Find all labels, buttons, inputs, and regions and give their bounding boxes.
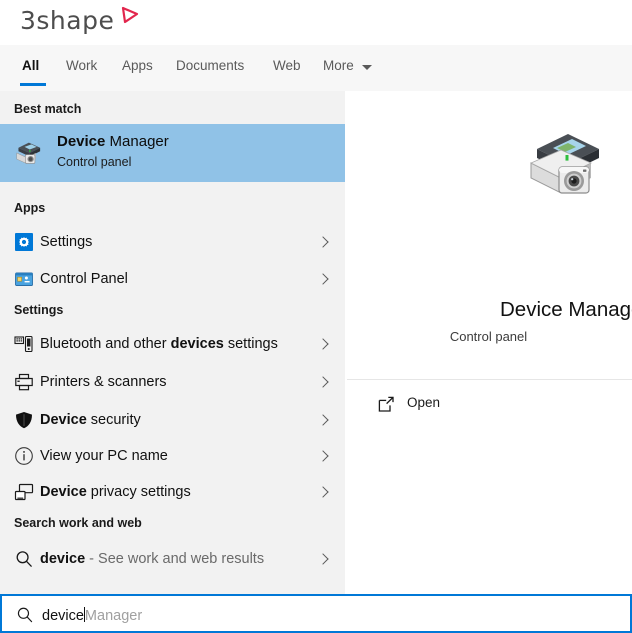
- result-label: Settings: [40, 234, 93, 250]
- open-external-icon: [378, 396, 394, 412]
- info-circle-icon: [15, 447, 33, 465]
- result-item-settings[interactable]: Settings: [0, 222, 345, 262]
- preview-pane: Device Manager Control panel Open: [345, 91, 632, 594]
- chevron-right-icon[interactable]: [317, 486, 329, 498]
- device-manager-icon: [16, 142, 41, 164]
- result-label: Device privacy settings: [40, 484, 191, 500]
- result-item-search-work-and-web[interactable]: device - See work and web results: [0, 539, 345, 579]
- search-bar[interactable]: deviceManager: [0, 594, 632, 633]
- chevron-right-icon[interactable]: [317, 236, 329, 248]
- section-header-best-match: Best match: [14, 102, 82, 116]
- result-label: device - See work and web results: [40, 551, 265, 567]
- search-icon: [16, 551, 32, 567]
- result-item-device-privacy-settings[interactable]: Device privacy settings: [0, 472, 345, 512]
- chevron-right-icon[interactable]: [317, 553, 329, 565]
- settings-gear-icon: [15, 233, 33, 251]
- result-label: View your PC name: [40, 448, 168, 464]
- tab-active-underline: [20, 83, 46, 86]
- result-item-control-panel[interactable]: Control Panel: [0, 259, 345, 299]
- device-manager-large-icon: [530, 134, 599, 194]
- windows-search-flyout: 3shape All Work Apps Documents Web More …: [0, 0, 632, 633]
- best-match-subtitle: Control panel: [57, 155, 132, 169]
- result-label: Printers & scanners: [40, 374, 167, 390]
- brand-bar: 3shape: [0, 0, 632, 45]
- brand-logo-text: 3shape: [20, 6, 115, 35]
- tab-strip: All Work Apps Documents Web More: [0, 45, 632, 92]
- result-label: Device security: [40, 412, 141, 428]
- preview-action-label: Open: [407, 395, 441, 410]
- bluetooth-devices-icon: [14, 335, 33, 353]
- preview-divider: [347, 379, 632, 380]
- chevron-right-icon[interactable]: [317, 338, 329, 350]
- chevron-right-icon[interactable]: [317, 273, 329, 285]
- search-input[interactable]: deviceManager: [42, 607, 142, 624]
- section-header-search-work-and-web: Search work and web: [14, 516, 142, 530]
- preview-action-open[interactable]: Open: [345, 391, 632, 423]
- printer-icon: [15, 373, 33, 391]
- shield-icon: [16, 412, 32, 429]
- brand-triangle-icon: [121, 6, 139, 24]
- section-header-settings: Settings: [14, 303, 64, 317]
- chevron-down-icon[interactable]: [362, 65, 372, 70]
- section-header-apps: Apps: [14, 201, 46, 215]
- chevron-right-icon[interactable]: [317, 450, 329, 462]
- tab-more[interactable]: More: [323, 58, 354, 73]
- control-panel-icon: [15, 272, 33, 286]
- preview-subtitle: Control panel: [449, 329, 528, 344]
- preview-title: Device Manager: [500, 298, 632, 321]
- result-item-bluetooth-and-other-devices-settings[interactable]: Bluetooth and other devices settings: [0, 324, 345, 364]
- tab-all[interactable]: All: [22, 58, 39, 73]
- chevron-right-icon[interactable]: [317, 376, 329, 388]
- result-label: Control Panel: [40, 271, 128, 287]
- search-suggestion-text: Manager: [84, 608, 143, 624]
- tab-apps[interactable]: Apps: [122, 58, 153, 73]
- tab-work[interactable]: Work: [66, 58, 97, 73]
- preview-card: Device Manager Control panel: [345, 91, 632, 344]
- tab-documents[interactable]: Documents: [176, 58, 244, 73]
- result-item-device-security[interactable]: Device security: [0, 400, 345, 440]
- result-best-match-device-manager[interactable]: Device Manager Control panel: [0, 124, 345, 182]
- chevron-right-icon[interactable]: [317, 414, 329, 426]
- devices-privacy-icon: [14, 483, 34, 501]
- result-label: Bluetooth and other devices settings: [40, 336, 278, 352]
- result-item-view-your-pc-name[interactable]: View your PC name: [0, 436, 345, 476]
- result-item-printers-and-scanners[interactable]: Printers & scanners: [0, 362, 345, 402]
- search-icon: [17, 607, 33, 623]
- best-match-title: Device Manager: [57, 133, 169, 150]
- search-typed-text: device: [42, 608, 84, 624]
- tab-web[interactable]: Web: [273, 58, 301, 73]
- results-pane: Best match Device Manager Control panel …: [0, 91, 345, 594]
